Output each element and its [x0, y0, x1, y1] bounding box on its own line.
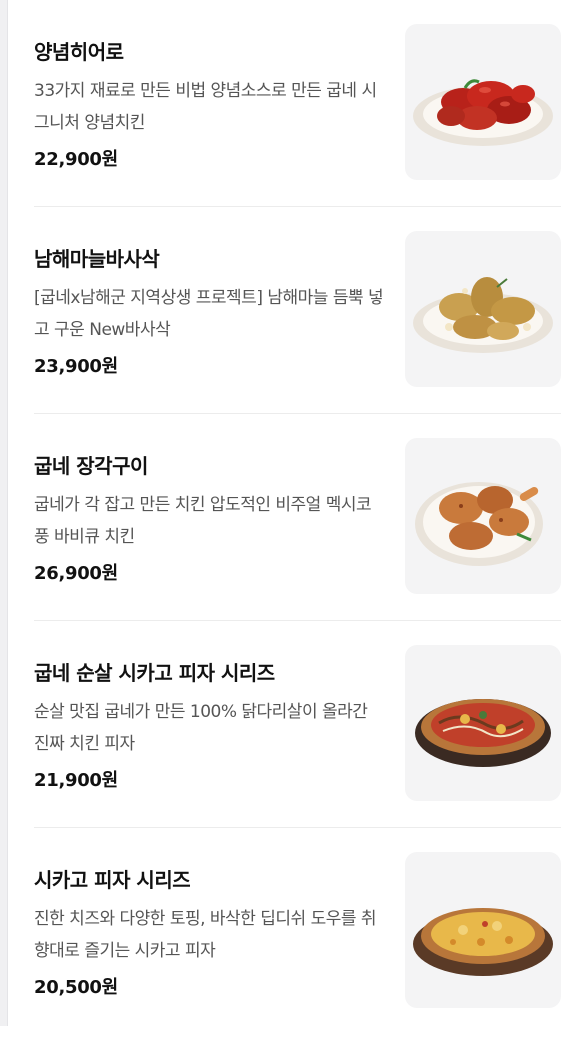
menu-item-description: 진한 치즈와 다양한 토핑, 바삭한 딥디쉬 도우를 취향대로 즐기는 시카고 …: [34, 909, 377, 961]
menu-list: 양념히어로 33가지 재료로 만든 비법 양념소스로 만든 굽네 시그니처 양념…: [34, 24, 561, 1058]
menu-item-yangnyeom-hero[interactable]: 양념히어로 33가지 재료로 만든 비법 양념소스로 만든 굽네 시그니처 양념…: [34, 24, 561, 207]
menu-item-name: 시카고 피자 시리즈: [34, 868, 191, 892]
menu-item-info: 굽네 장각구이 굽네가 각 잡고 만든 치킨 압도적인 비주얼 멕시코풍 바비큐…: [34, 450, 386, 585]
menu-item-info: 남해마늘바사삭 [굽네x남해군 지역상생 프로젝트] 남해마늘 듬뿍 넣고 구운…: [34, 243, 386, 378]
chicago-pizza-image[interactable]: [405, 852, 561, 1008]
seasoned-chicken-icon: [413, 79, 553, 146]
menu-item-description: 순살 맛집 굽네가 만든 100% 닭다리살이 올라간 진짜 치킨 피자: [34, 702, 368, 754]
menu-item-price: 21,900원: [34, 770, 118, 791]
chicago-pizza-icon: [413, 908, 553, 976]
menu-item-chicago-pizza[interactable]: 시카고 피자 시리즈 진한 치즈와 다양한 토핑, 바삭한 딥디쉬 도우를 취향…: [34, 852, 561, 1034]
left-border: [0, 0, 8, 1026]
menu-item-description: [굽네x남해군 지역상생 프로젝트] 남해마늘 듬뿍 넣고 구운 New바사삭: [34, 288, 384, 340]
menu-item-price: 22,900원: [34, 149, 118, 170]
menu-item-namhae-garlic[interactable]: 남해마늘바사삭 [굽네x남해군 지역상생 프로젝트] 남해마늘 듬뿍 넣고 구운…: [34, 231, 561, 414]
menu-item-name: 양념히어로: [34, 40, 124, 64]
menu-item-description: 33가지 재료로 만든 비법 양념소스로 만든 굽네 시그니처 양념치킨: [34, 81, 377, 133]
seasoned-chicken-image[interactable]: [405, 24, 561, 180]
menu-item-info: 굽네 순살 시카고 피자 시리즈 순살 맛집 굽네가 만든 100% 닭다리살이…: [34, 657, 386, 792]
chicken-pizza-icon: [415, 699, 551, 767]
menu-item-price: 26,900원: [34, 563, 118, 584]
menu-item-name: 굽네 장각구이: [34, 454, 148, 478]
menu-item-price: 23,900원: [34, 356, 118, 377]
roasted-leg-chicken-icon: [415, 482, 543, 566]
garlic-chicken-image[interactable]: [405, 231, 561, 387]
roasted-leg-chicken-image[interactable]: [405, 438, 561, 594]
chicken-pizza-image[interactable]: [405, 645, 561, 801]
menu-item-name: 남해마늘바사삭: [34, 247, 160, 271]
menu-item-info: 양념히어로 33가지 재료로 만든 비법 양념소스로 만든 굽네 시그니처 양념…: [34, 36, 386, 171]
garlic-chicken-icon: [413, 277, 553, 353]
menu-item-price: 20,500원: [34, 977, 118, 998]
menu-item-description: 굽네가 각 잡고 만든 치킨 압도적인 비주얼 멕시코풍 바비큐 치킨: [34, 495, 372, 547]
menu-item-name: 굽네 순살 시카고 피자 시리즈: [34, 661, 275, 685]
menu-item-info: 시카고 피자 시리즈 진한 치즈와 다양한 토핑, 바삭한 딥디쉬 도우를 취향…: [34, 864, 386, 999]
menu-item-jangak-gui[interactable]: 굽네 장각구이 굽네가 각 잡고 만든 치킨 압도적인 비주얼 멕시코풍 바비큐…: [34, 438, 561, 621]
menu-item-boneless-chicago-pizza[interactable]: 굽네 순살 시카고 피자 시리즈 순살 맛집 굽네가 만든 100% 닭다리살이…: [34, 645, 561, 828]
